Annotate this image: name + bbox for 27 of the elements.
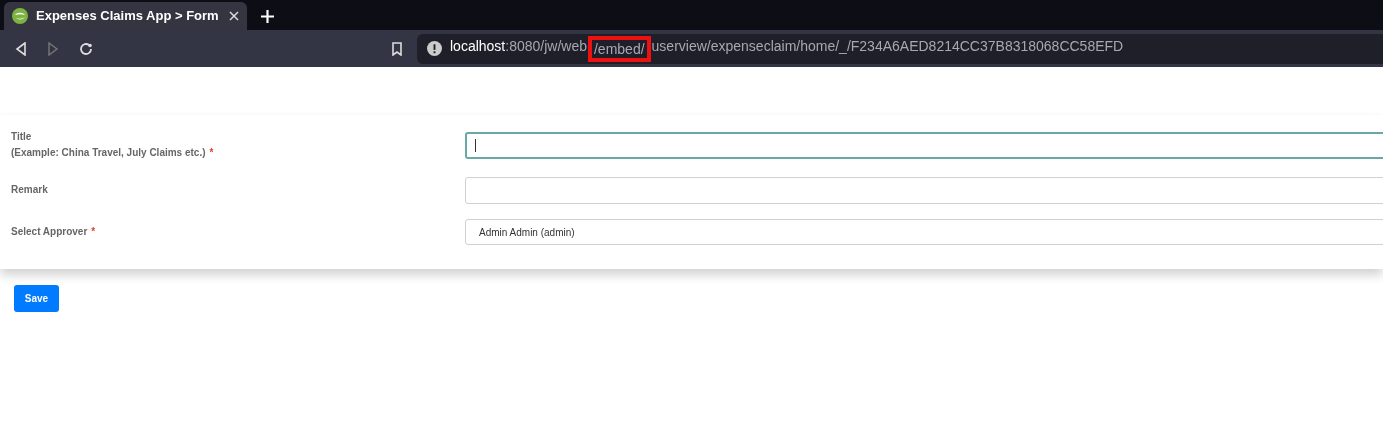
field-label: (Example: China Travel, July Claims etc.)	[11, 146, 206, 160]
globe-logo-icon	[12, 8, 28, 24]
required-mark: *	[91, 225, 96, 239]
highlighted-url-part: /embed/	[588, 35, 651, 62]
address-bar[interactable]: localhost:8080/jw/web /embed/ userview/expenseclaim/home/_/F234A6AED8214CC37B8318068CC58EFD	[417, 33, 1383, 64]
text-cursor	[475, 138, 476, 152]
field-label: Title	[11, 130, 32, 144]
new-tab-icon[interactable]	[261, 9, 274, 23]
required-mark: *	[209, 146, 214, 160]
url-host: localhost	[450, 36, 506, 56]
close-icon[interactable]	[229, 11, 239, 21]
text-field[interactable]	[465, 131, 1383, 159]
back-icon[interactable]	[15, 41, 27, 56]
field-label: Select Approver	[11, 225, 88, 239]
reload-icon[interactable]	[79, 41, 93, 56]
tab-title: Expenses Claims App > Form	[36, 7, 220, 26]
browser-tab[interactable]: Expenses Claims App > Form	[4, 2, 247, 30]
save-button[interactable]: Save	[14, 285, 59, 312]
url-path: userview/expenseclaim/home/_/F234A6AED8214CC37B8318068CC58EFD	[651, 36, 1124, 56]
text-field[interactable]	[465, 176, 1383, 204]
field-label: Remark	[11, 183, 48, 197]
approver-select[interactable]: Admin Admin (admin)	[465, 219, 1383, 245]
field-value: Admin Admin (admin)	[479, 225, 575, 240]
forward-icon[interactable]	[47, 41, 59, 56]
url-path: :8080/jw/web	[505, 36, 587, 56]
warning-icon	[427, 41, 442, 56]
bookmark-icon[interactable]	[391, 41, 403, 56]
